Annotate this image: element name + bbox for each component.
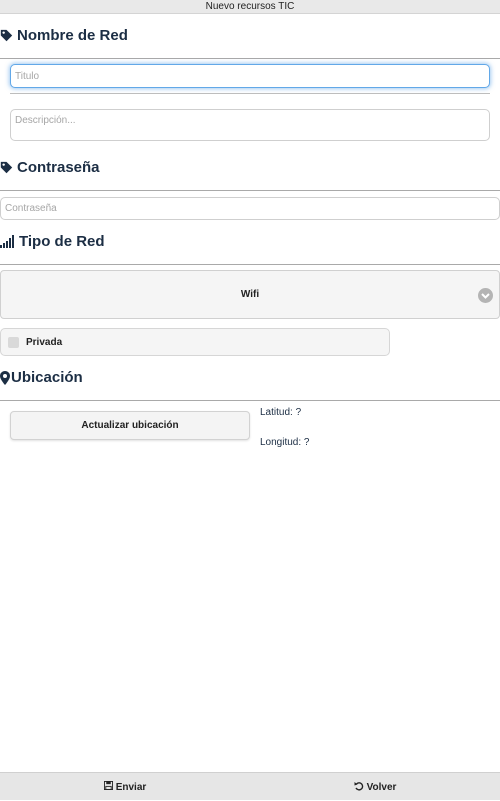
divider [0, 400, 500, 401]
send-button[interactable]: Enviar [0, 773, 250, 801]
longitude-text: Longitud: ? [260, 437, 310, 448]
network-type-select[interactable]: Wifi [0, 270, 500, 319]
private-checkbox-label: Privada [26, 336, 63, 348]
title-input[interactable] [10, 64, 490, 88]
window-title: Nuevo recursos TIC [0, 0, 500, 14]
send-button-label: Enviar [115, 781, 147, 793]
footer-bar: Enviar Volver [0, 772, 500, 800]
back-button[interactable]: Volver [250, 773, 500, 801]
section-network-type-label: Tipo de Red [19, 233, 105, 250]
section-network-name-label: Nombre de Red [17, 27, 128, 44]
divider [0, 58, 500, 59]
undo-icon [354, 781, 364, 794]
tag-icon [0, 29, 13, 42]
section-password: Contraseña [0, 159, 500, 176]
checkbox-icon [8, 336, 19, 348]
section-location: Ubicación [0, 369, 500, 386]
section-location-label: Ubicación [11, 369, 83, 386]
chevron-down-icon [478, 288, 493, 303]
section-network-name: Nombre de Red [0, 27, 500, 44]
back-button-label: Volver [366, 781, 397, 793]
tag-icon [0, 161, 13, 174]
section-network-type: Tipo de Red [0, 233, 500, 250]
map-marker-icon [0, 370, 10, 385]
description-input[interactable] [10, 109, 490, 141]
update-location-button[interactable]: Actualizar ubicación [10, 411, 250, 440]
divider [10, 93, 490, 94]
signal-icon [0, 235, 15, 248]
latitude-text: Latitud: ? [260, 407, 302, 418]
divider [0, 190, 500, 191]
private-checkbox[interactable]: Privada [0, 328, 390, 356]
section-password-label: Contraseña [17, 159, 100, 176]
network-type-selected: Wifi [240, 289, 260, 300]
divider [0, 264, 500, 265]
password-input[interactable] [0, 197, 500, 220]
floppy-disk-icon [103, 781, 113, 793]
